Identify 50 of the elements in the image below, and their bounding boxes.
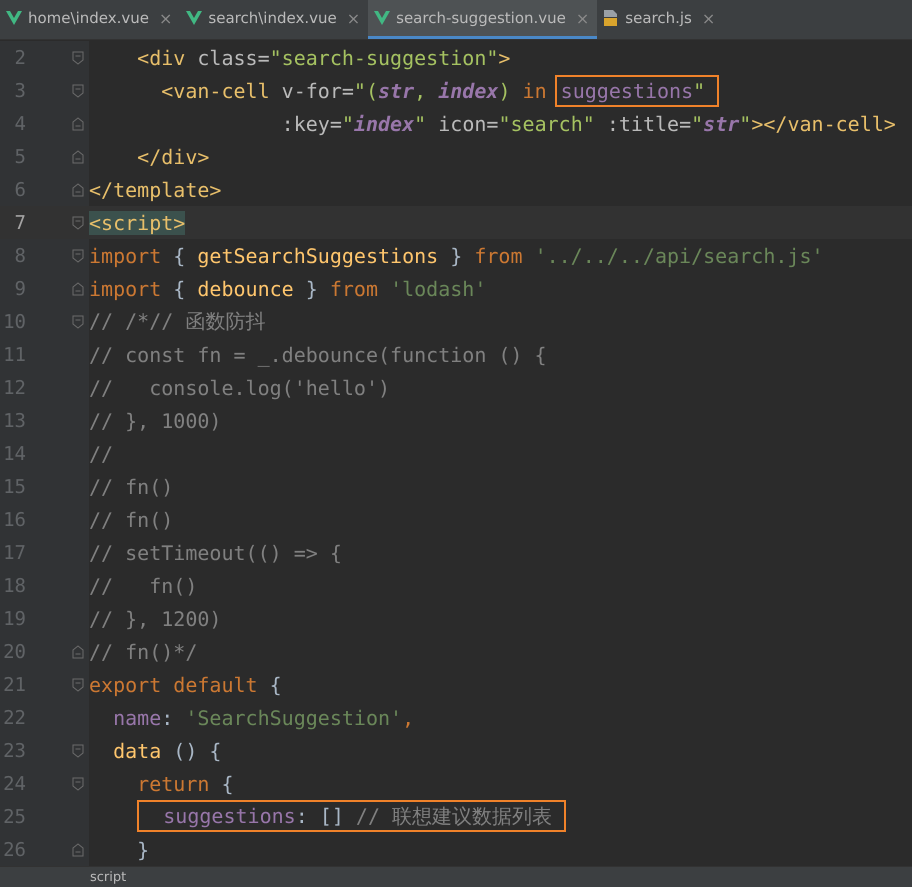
- code-line: // fn(): [89, 474, 174, 498]
- code-line: <div class="search-suggestion">: [136, 46, 510, 70]
- code-line: // const fn = _.debounce(function () {: [89, 342, 547, 366]
- fold-marker-icon[interactable]: [72, 116, 84, 130]
- fold-marker-icon[interactable]: [72, 314, 84, 328]
- code-line: :key="index" icon="search" :title="str"></van-cell>: [280, 112, 896, 136]
- vue-file-icon: [186, 11, 202, 25]
- code-line: // /*// 函数防抖: [89, 308, 266, 335]
- code-line: // }, 1000): [89, 408, 222, 432]
- code-line: // setTimeout(() => {: [89, 540, 342, 564]
- fold-marker-icon[interactable]: [72, 644, 84, 658]
- code-line: // }, 1200): [89, 606, 222, 630]
- code-line: // fn(): [89, 508, 174, 532]
- line-number: 7: [14, 212, 26, 234]
- vue-file-icon: [374, 11, 390, 25]
- code-line: import { getSearchSuggestions } from '../../../api/search.js': [89, 244, 824, 268]
- code-line: name: 'SearchSuggestion',: [112, 706, 414, 730]
- code-line: return {: [136, 772, 234, 796]
- code-line: //: [89, 442, 114, 466]
- editor-tab[interactable]: home\index.vue ×: [0, 0, 180, 39]
- vue-file-icon: [6, 11, 22, 25]
- fold-marker-icon[interactable]: [72, 150, 84, 164]
- code-line: </div>: [136, 144, 210, 168]
- code-line: data () {: [112, 738, 222, 762]
- editor-tab[interactable]: search.js ×: [597, 0, 724, 39]
- fold-marker-icon[interactable]: [72, 842, 84, 856]
- code-line: export default {: [89, 672, 282, 696]
- code-line: // fn(): [89, 574, 198, 598]
- close-icon[interactable]: ×: [702, 8, 716, 28]
- fold-marker-icon[interactable]: [72, 84, 84, 98]
- fold-marker-icon[interactable]: [72, 216, 84, 230]
- code-line: import { debounce } from 'lodash': [89, 276, 486, 300]
- editor-tab[interactable]: search\index.vue ×: [180, 0, 368, 39]
- fold-marker-icon[interactable]: [72, 50, 84, 64]
- fold-marker-icon[interactable]: [72, 744, 84, 758]
- fold-marker-icon[interactable]: [72, 776, 84, 790]
- fold-marker-icon[interactable]: [72, 248, 84, 262]
- close-icon[interactable]: ×: [159, 8, 172, 28]
- code-line: // fn()*/: [89, 640, 198, 664]
- code-line: // console.log('hello'): [89, 376, 390, 400]
- code-line: }: [136, 838, 150, 862]
- js-file-icon: [603, 10, 620, 26]
- editor-tab[interactable]: search-suggestion.vue ×: [368, 0, 598, 39]
- close-icon[interactable]: ×: [576, 8, 590, 28]
- fold-marker-icon[interactable]: [72, 282, 84, 296]
- breadcrumb[interactable]: script: [90, 870, 126, 885]
- fold-marker-icon[interactable]: [72, 182, 84, 196]
- code-line: </template>: [89, 178, 222, 202]
- fold-marker-icon[interactable]: [72, 678, 84, 692]
- close-icon[interactable]: ×: [346, 8, 360, 28]
